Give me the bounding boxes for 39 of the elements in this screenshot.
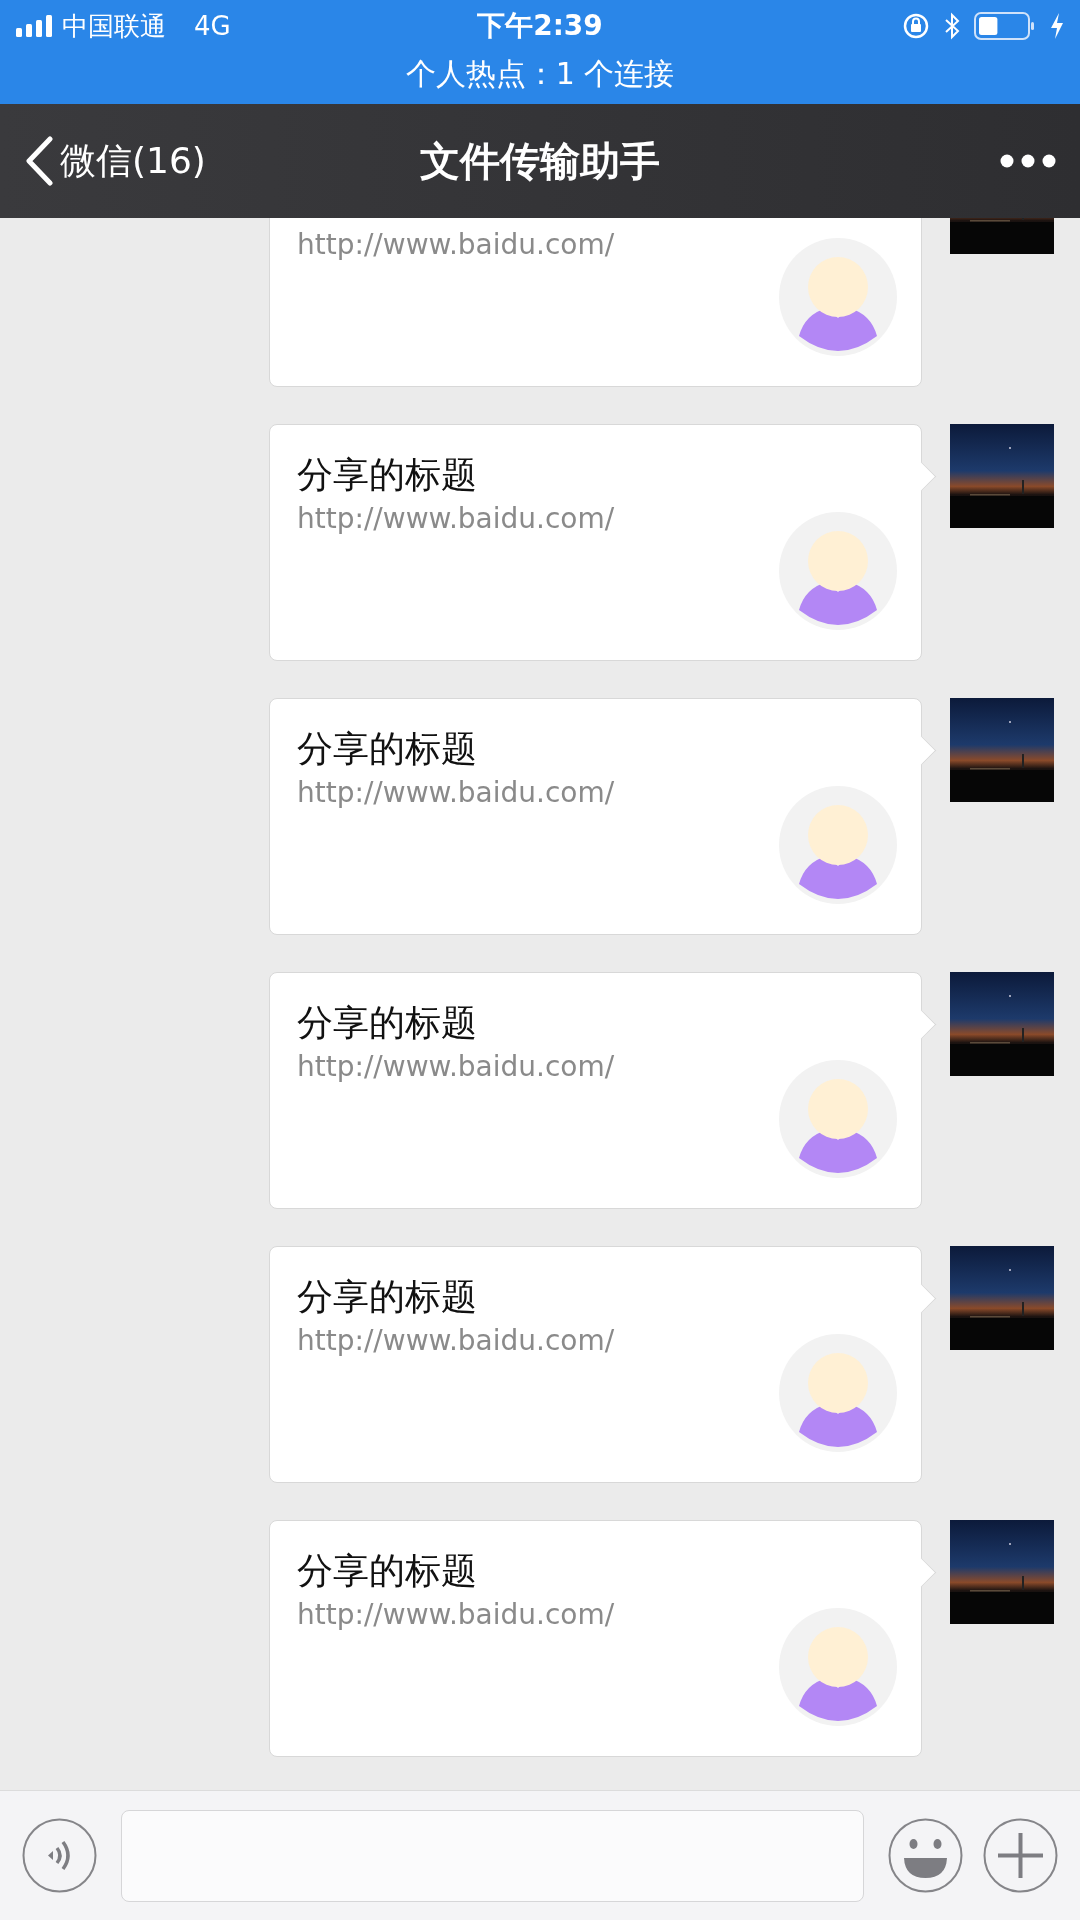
avatar-icon	[779, 1334, 897, 1452]
back-label[interactable]: 微信(16)	[60, 136, 206, 186]
hotspot-banner[interactable]: 个人热点：1 个连接	[405, 52, 675, 96]
link-title: 分享的标题	[297, 1550, 477, 1591]
link-url: http://www.baidu.com/	[297, 1049, 616, 1085]
carrier-name: 中国联通	[62, 9, 166, 43]
link-card[interactable]: 分享的标题 http://www.baidu.com/	[269, 424, 922, 661]
link-url: http://www.baidu.com/	[297, 1597, 616, 1633]
rotation-lock-icon	[902, 12, 930, 40]
link-url: http://www.baidu.com/	[297, 227, 616, 263]
back-icon[interactable]	[24, 136, 54, 186]
avatar-icon	[779, 238, 897, 356]
emoji-button[interactable]	[888, 1818, 963, 1893]
avatar-icon	[779, 1608, 897, 1726]
network-type: 4G	[194, 11, 231, 41]
avatar-icon	[779, 1060, 897, 1178]
add-button[interactable]	[983, 1818, 1058, 1893]
more-icon[interactable]	[1000, 154, 1056, 168]
battery-icon	[974, 12, 1036, 40]
link-card[interactable]: 分享的标题 http://www.baidu.com/	[269, 972, 922, 1209]
link-title: 分享的标题	[297, 728, 477, 769]
link-url: http://www.baidu.com/	[297, 1323, 616, 1359]
voice-button[interactable]	[22, 1818, 97, 1893]
charging-icon	[1050, 12, 1064, 40]
status-time: 下午2:39	[477, 8, 603, 44]
avatar-icon	[779, 512, 897, 630]
chat-title: 文件传输助手	[420, 136, 660, 186]
link-url: http://www.baidu.com/	[297, 775, 616, 811]
link-card[interactable]: 分享的标题 http://www.baidu.com/	[269, 698, 922, 935]
link-title: 分享的标题	[297, 1002, 477, 1043]
link-card[interactable]: 分享的标题 http://www.baidu.com/	[269, 1246, 922, 1483]
avatar-icon	[779, 786, 897, 904]
signal-icon	[16, 15, 52, 37]
link-title: 分享的标题	[297, 454, 477, 495]
bluetooth-icon	[944, 12, 960, 40]
link-title: 分享的标题	[297, 1276, 477, 1317]
message-input[interactable]	[121, 1809, 864, 1902]
link-card[interactable]: 分享的标题 http://www.baidu.com/	[269, 1520, 922, 1757]
link-url: http://www.baidu.com/	[297, 501, 616, 537]
